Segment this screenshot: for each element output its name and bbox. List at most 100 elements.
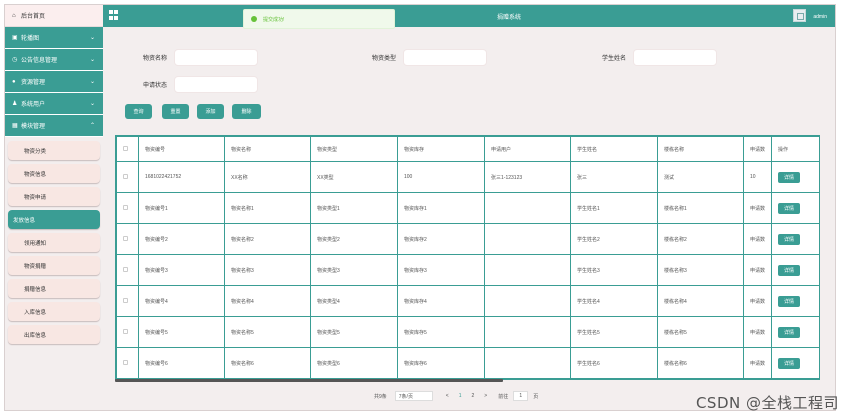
sidebar-home[interactable]: ⌂ 后台首页 [5, 5, 103, 27]
avatar[interactable] [793, 9, 806, 22]
row-checkbox[interactable] [116, 285, 139, 317]
sidebar-submenu-item[interactable]: 捐赠信息 [8, 279, 100, 298]
data-table: 物资编号 物资名称 物资类型 物资库存 申请用户 学生姓名 楼栋名称 申请数 操作 168102… [115, 135, 820, 380]
detail-button[interactable]: 详情 [778, 171, 800, 183]
total-count: 共9条 [374, 393, 387, 400]
sidebar-menu-1[interactable]: ◷ 公告信息管理 ⌄ [5, 49, 103, 71]
sidebar-submenu-item[interactable]: 物资捐赠 [8, 256, 100, 275]
table-cell: 张三 [570, 161, 658, 193]
home-icon: ⌂ [12, 12, 16, 19]
table-cell: 物资名称3 [224, 254, 311, 286]
sidebar-menu-label: 系统用户 [21, 102, 46, 108]
prev-page-button[interactable]: < [446, 393, 449, 399]
type-input[interactable] [403, 49, 488, 66]
chevron-down-icon: ⌄ [89, 35, 95, 41]
actions-cell: 详情 [771, 316, 819, 348]
column-header: 学生姓名 [570, 136, 658, 162]
table-cell [484, 192, 571, 224]
table-cell: 物资编号1 [138, 192, 225, 224]
filter-name-label: 物资名称 [143, 56, 168, 62]
sidebar-submenu-item[interactable]: 出库信息 [8, 325, 100, 344]
actions-cell: 详情 [771, 192, 819, 224]
student-input[interactable] [633, 49, 718, 66]
table-cell: 物资库存4 [397, 285, 485, 317]
page-1[interactable]: 1 [459, 393, 462, 399]
grid-icon: ▦ [12, 123, 18, 129]
sidebar-submenu-item[interactable]: 领用通知 [8, 233, 100, 252]
select-all-checkbox[interactable] [116, 136, 139, 162]
table-cell: XX名称 [224, 161, 311, 193]
table-cell: 申请数 [743, 254, 772, 286]
next-page-button[interactable]: > [484, 393, 487, 399]
row-checkbox[interactable] [116, 254, 139, 286]
actions-cell: 详情 [771, 254, 819, 286]
sidebar-menu-4[interactable]: ▦ 模块管理 ⌃ [5, 115, 103, 137]
goto-page-input[interactable]: 1 [513, 391, 529, 401]
table-cell: 物资库存1 [397, 192, 485, 224]
row-checkbox[interactable] [116, 161, 139, 193]
table-cell: 物资类型2 [310, 223, 398, 255]
sidebar-submenu-item[interactable]: 物资申请 [8, 187, 100, 206]
add-button[interactable]: 添加 [197, 104, 224, 119]
reset-button[interactable]: 重置 [162, 104, 189, 119]
table-cell: 测试 [657, 161, 744, 193]
horizontal-scrollbar[interactable] [115, 379, 503, 382]
status-input[interactable] [174, 76, 259, 93]
row-checkbox[interactable] [116, 223, 139, 255]
row-checkbox[interactable] [116, 192, 139, 224]
table-cell: 物资名称1 [224, 192, 311, 224]
detail-button[interactable]: 详情 [778, 233, 800, 245]
column-header: 物资库存 [397, 136, 485, 162]
menu-toggle-icon[interactable] [109, 10, 119, 20]
query-button[interactable]: 查询 [125, 104, 152, 119]
detail-button[interactable]: 详情 [778, 202, 800, 214]
column-header: 物资编号 [138, 136, 225, 162]
table-row: 物资编号3 物资名称3 物资类型3 物资库存3 学生姓名3 楼栋名称3 申请数 详情 [116, 254, 819, 286]
table-cell: 物资类型6 [310, 347, 398, 379]
table-cell: 物资库存3 [397, 254, 485, 286]
detail-button[interactable]: 详情 [778, 326, 800, 338]
sidebar-submenu-item[interactable]: 物资分类 [8, 141, 100, 160]
row-checkbox[interactable] [116, 316, 139, 348]
sidebar-menu-3[interactable]: ♟ 系统用户 ⌄ [5, 93, 103, 115]
table-cell: 学生姓名6 [570, 347, 658, 379]
chevron-up-icon: ⌃ [89, 123, 95, 129]
sidebar-menu-label: 公告信息管理 [21, 58, 58, 64]
table-cell: 楼栋名称5 [657, 316, 744, 348]
detail-button[interactable]: 详情 [778, 264, 800, 276]
sidebar-submenu-item[interactable]: 发放信息 [8, 210, 100, 229]
table-row: 物资编号1 物资名称1 物资类型1 物资库存1 学生姓名1 楼栋名称1 申请数 详情 [116, 192, 819, 224]
page-2[interactable]: 2 [471, 393, 474, 399]
sidebar-menu-2[interactable]: ● 资源管理 ⌄ [5, 71, 103, 93]
table-cell: 物资名称6 [224, 347, 311, 379]
detail-button[interactable]: 详情 [778, 357, 800, 369]
table-cell: 物资编号4 [138, 285, 225, 317]
detail-button[interactable]: 详情 [778, 295, 800, 307]
filter-status-label: 申请状态 [143, 83, 168, 89]
table-cell: 学生姓名1 [570, 192, 658, 224]
table-cell [484, 316, 571, 348]
sidebar-submenu-item[interactable]: 物资信息 [8, 164, 100, 183]
username[interactable]: admin [813, 14, 827, 20]
sidebar-menu-0[interactable]: ▣ 轮播图 ⌄ [5, 27, 103, 49]
table-row: 物资编号5 物资名称5 物资类型5 物资库存5 学生姓名5 楼栋名称5 申请数 详情 [116, 316, 819, 348]
app-frame: ⌂ 后台首页 ▣ 轮播图 ⌄ ◷ 公告信息管理 ⌄ ● 资源管理 ⌄ ♟ 系统用户 ⌄ ▦ 模块管理 ⌃ 物资… [4, 4, 836, 411]
table-cell [484, 223, 571, 255]
page-size-select[interactable]: 7条/页 [394, 391, 433, 401]
table-row: 物资编号2 物资名称2 物资类型2 物资库存2 学生姓名2 楼栋名称2 申请数 详情 [116, 223, 819, 255]
delete-button[interactable]: 删除 [232, 104, 261, 119]
actions-cell: 详情 [771, 223, 819, 255]
row-checkbox[interactable] [116, 347, 139, 379]
sidebar: ⌂ 后台首页 ▣ 轮播图 ⌄ ◷ 公告信息管理 ⌄ ● 资源管理 ⌄ ♟ 系统用户 ⌄ ▦ 模块管理 ⌃ 物资… [5, 5, 103, 410]
column-header: 操作 [771, 136, 819, 162]
column-header: 物资类型 [310, 136, 398, 162]
table-cell: 申请数 [743, 223, 772, 255]
page-unit: 页 [533, 393, 539, 400]
table-cell: 楼栋名称2 [657, 223, 744, 255]
toast-text: 提交成功! [263, 16, 285, 23]
filter-type-label: 物资类型 [372, 56, 397, 62]
column-header: 申请数 [743, 136, 772, 162]
sidebar-submenu-item[interactable]: 入库信息 [8, 302, 100, 321]
table-cell: 学生姓名5 [570, 316, 658, 348]
name-input[interactable] [174, 49, 259, 66]
